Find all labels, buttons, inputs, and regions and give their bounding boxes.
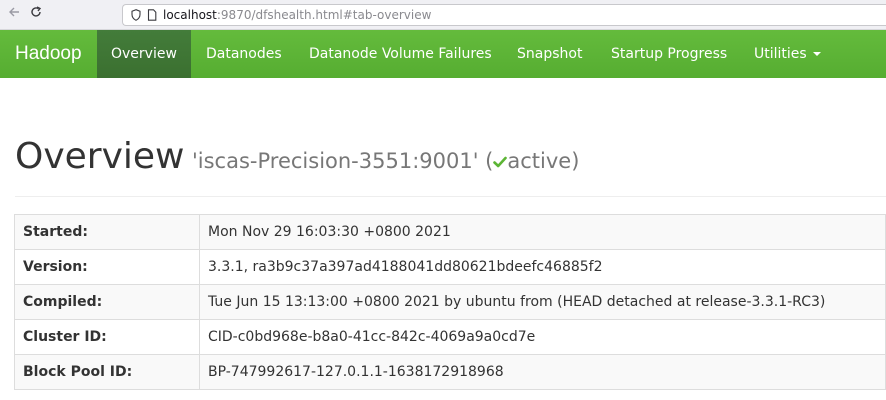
nav-label: Snapshot xyxy=(517,46,583,62)
host-name: 'iscas-Precision-3551:9001' xyxy=(192,149,479,173)
nav-label: Utilities xyxy=(754,46,807,62)
brand-logo-text[interactable]: Hadoop xyxy=(15,43,82,65)
table-row: Started: Mon Nov 29 16:03:30 +0800 2021 xyxy=(14,214,886,250)
row-value: Mon Nov 29 16:03:30 +0800 2021 xyxy=(199,214,886,250)
page-subtitle: 'iscas-Precision-3551:9001' ( active) xyxy=(192,149,579,173)
row-value: 3.3.1, ra3b9c37a397ad4188041dd80621bdeef… xyxy=(199,249,886,285)
nav-label: Startup Progress xyxy=(611,46,728,62)
address-bar[interactable]: localhost:9870/dfshealth.html#tab-overvi… xyxy=(122,4,886,26)
nav-datanodes[interactable]: Datanodes xyxy=(191,30,282,78)
url-path: :9870/dfshealth.html#tab-overview xyxy=(216,8,432,22)
nav-label: Datanodes xyxy=(206,46,282,62)
row-value: CID-c0bd968e-b8a0-41cc-842c-4069a9a0cd7e xyxy=(199,319,886,355)
status-open-paren: ( xyxy=(478,149,494,173)
browser-toolbar: localhost:9870/dfshealth.html#tab-overvi… xyxy=(0,0,886,30)
overview-table: Started: Mon Nov 29 16:03:30 +0800 2021 … xyxy=(14,214,886,390)
url-text[interactable]: localhost:9870/dfshealth.html#tab-overvi… xyxy=(163,8,431,22)
row-label: Compiled: xyxy=(14,284,200,320)
table-row: Version: 3.3.1, ra3b9c37a397ad4188041dd8… xyxy=(14,249,886,285)
nav-startup-progress[interactable]: Startup Progress xyxy=(596,30,727,78)
nav-snapshot[interactable]: Snapshot xyxy=(502,30,582,78)
nav-label: Datanode Volume Failures xyxy=(309,46,492,62)
row-label: Block Pool ID: xyxy=(14,354,200,390)
row-label: Version: xyxy=(14,249,200,285)
status-text: active xyxy=(507,149,572,173)
reload-icon[interactable] xyxy=(26,5,46,25)
table-row: Compiled: Tue Jun 15 13:13:00 +0800 2021… xyxy=(14,284,886,320)
table-row: Cluster ID: CID-c0bd968e-b8a0-41cc-842c-… xyxy=(14,319,886,355)
navbar: Hadoop Overview Datanodes Datanode Volum… xyxy=(0,30,886,78)
nav-utilities-dropdown[interactable]: Utilities xyxy=(739,30,821,78)
row-value: BP-747992617-127.0.1.1-1638172918968 xyxy=(199,354,886,390)
row-label: Cluster ID: xyxy=(14,319,200,355)
table-row: Block Pool ID: BP-747992617-127.0.1.1-16… xyxy=(14,354,886,390)
status-close-paren: ) xyxy=(571,149,580,173)
nav-overview[interactable]: Overview xyxy=(97,30,191,78)
shield-icon xyxy=(131,9,141,21)
page-header: Overview 'iscas-Precision-3551:9001' ( ac… xyxy=(15,132,886,197)
caret-down-icon xyxy=(812,52,821,56)
back-arrow-icon[interactable] xyxy=(4,5,24,25)
url-host: localhost xyxy=(163,8,217,22)
row-value: Tue Jun 15 13:13:00 +0800 2021 by ubuntu… xyxy=(199,284,886,320)
nav-label: Overview xyxy=(111,46,177,62)
nav-datanode-volume-failures[interactable]: Datanode Volume Failures xyxy=(294,30,492,78)
page-title: Overview xyxy=(15,136,185,177)
check-icon xyxy=(493,156,508,168)
row-label: Started: xyxy=(14,214,200,250)
page-icon xyxy=(147,9,157,21)
